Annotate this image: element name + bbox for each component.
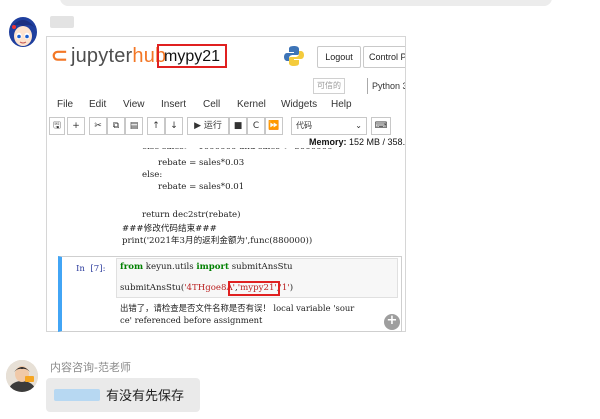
notebook-menubar: File Edit View Insert Cell Kernel Widget… <box>47 95 405 115</box>
mention-redacted <box>54 389 100 401</box>
message-text: 有没有先保存 <box>106 389 185 404</box>
memory-usage: Memory: 152 MB / 358.4 I <box>309 137 406 147</box>
python-logo-icon <box>284 46 304 66</box>
sender-name-redacted <box>50 16 74 28</box>
menu-file[interactable]: File <box>57 99 73 110</box>
person-photo-icon <box>6 360 38 392</box>
notebook-name[interactable]: mypy21 <box>157 44 228 68</box>
menu-help[interactable]: Help <box>331 99 352 110</box>
logout-button[interactable]: Logout <box>317 46 361 68</box>
cut-icon[interactable]: ✂ <box>89 117 107 135</box>
move-down-icon[interactable]: ↓ <box>165 117 183 135</box>
highlight-box <box>228 281 280 296</box>
code-line: rebate = sales*0.03 <box>158 158 245 168</box>
fast-forward-icon[interactable]: ⏩ <box>265 117 283 135</box>
cell-prompt: In [7]: <box>76 264 106 274</box>
menu-edit[interactable]: Edit <box>89 99 106 110</box>
save-icon[interactable]: 🖫 <box>49 117 65 135</box>
chat-window: ⊂jupyterhub mypy21 Logout Control Pane 可… <box>0 0 600 419</box>
menu-view[interactable]: View <box>123 99 145 110</box>
add-cell-icon[interactable]: + <box>67 117 85 135</box>
user-avatar[interactable] <box>8 14 38 48</box>
code-line-clipped: else sales>=1000000 and sales<=5000000: <box>142 148 332 154</box>
chevron-down-icon: ⌄ <box>355 121 362 130</box>
cell-type-select[interactable]: 代码 ⌄ <box>291 117 367 135</box>
teacher-avatar[interactable] <box>6 360 38 392</box>
code-line-import: from keyun.utils import submitAnsStu <box>120 262 293 272</box>
move-up-icon[interactable]: ↑ <box>147 117 165 135</box>
jupyterhub-logo[interactable]: ⊂ jupyterhub <box>51 43 166 68</box>
code-line: print('2021年3月的返利金额为',func(880000)) <box>122 236 313 246</box>
stop-icon[interactable]: ■ <box>229 117 247 135</box>
paste-icon[interactable]: ▤ <box>125 117 143 135</box>
cell-output: 出错了，请检查是否文件名称是否有误！ local variable 'sour c… <box>120 303 355 325</box>
code-line: ###修改代码结束### <box>122 224 217 234</box>
zoom-in-icon[interactable] <box>384 313 400 330</box>
notebook-toolbar: 🖫 + ✂ ⧉ ▤ ↑ ↓ ▶ 运行 ■ C ⏩ 代码 ⌄ ⌨ <box>47 117 405 137</box>
code-line: rebate = sales*0.01 <box>158 182 245 192</box>
previous-message-bubble <box>60 0 552 6</box>
menu-widgets[interactable]: Widgets <box>281 99 317 110</box>
control-panel-button[interactable]: Control Pane <box>363 46 405 68</box>
kernel-indicator: Python 3 <box>367 78 405 94</box>
restart-icon[interactable]: C <box>247 117 265 135</box>
sender-name: 内容咨询-范老师 <box>50 361 131 374</box>
menu-insert[interactable]: Insert <box>161 99 186 110</box>
code-line: else: <box>142 170 163 180</box>
menu-kernel[interactable]: Kernel <box>237 99 266 110</box>
menu-cell[interactable]: Cell <box>203 99 220 110</box>
keyboard-icon[interactable]: ⌨ <box>371 117 391 135</box>
trusted-indicator[interactable]: 可信的 <box>313 78 345 94</box>
run-button[interactable]: ▶ 运行 <box>187 117 229 135</box>
copy-icon[interactable]: ⧉ <box>107 117 125 135</box>
code-line: return dec2str(rebate) <box>142 210 241 220</box>
anime-avatar-icon <box>9 17 37 47</box>
